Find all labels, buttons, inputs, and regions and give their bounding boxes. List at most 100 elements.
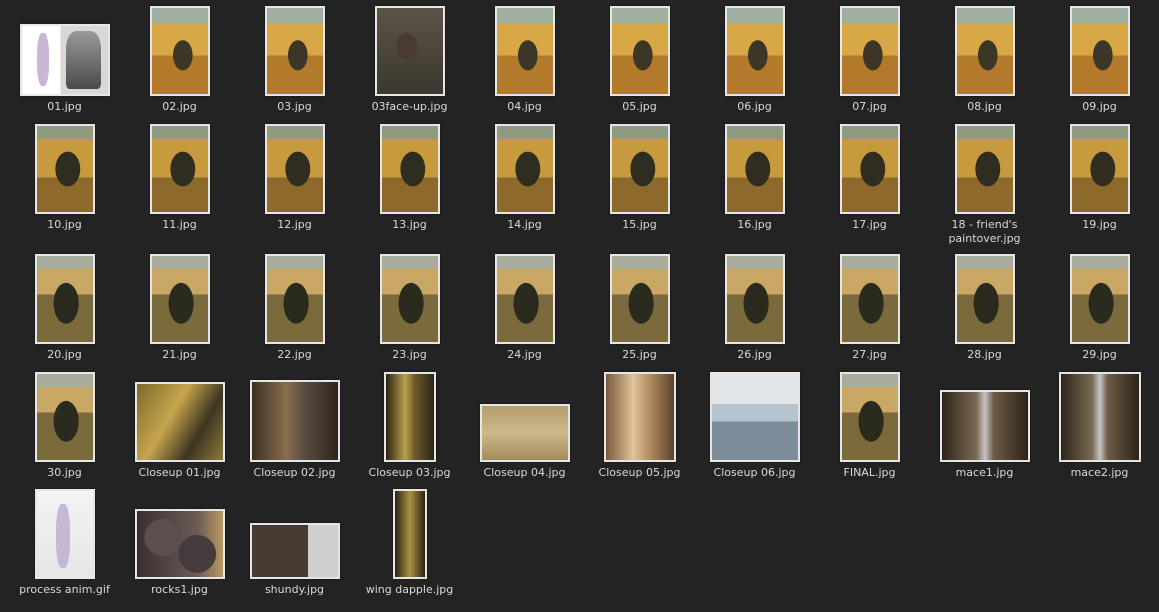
file-item[interactable]: Closeup 04.jpg (467, 370, 582, 480)
file-item[interactable]: 11.jpg (122, 122, 237, 232)
file-item[interactable]: 15.jpg (582, 122, 697, 232)
file-thumbnail[interactable] (392, 489, 427, 579)
file-thumbnail[interactable] (1069, 6, 1130, 96)
thumbnail-frame (582, 252, 697, 346)
file-item[interactable]: 22.jpg (237, 252, 352, 362)
file-thumbnail[interactable] (149, 254, 210, 344)
file-item[interactable]: rocks1.jpg (122, 487, 237, 597)
file-item[interactable]: 03.jpg (237, 4, 352, 114)
file-item[interactable]: process anim.gif (7, 487, 122, 597)
file-thumbnail[interactable] (839, 372, 900, 462)
file-thumbnail[interactable] (494, 254, 555, 344)
file-thumbnail[interactable] (724, 6, 785, 96)
thumbnail-frame (697, 370, 812, 464)
file-thumbnail[interactable] (609, 124, 670, 214)
file-item[interactable]: 03face-up.jpg (352, 4, 467, 114)
file-thumbnail[interactable] (724, 254, 785, 344)
file-thumbnail[interactable] (134, 509, 225, 579)
file-thumbnail[interactable] (249, 523, 340, 579)
file-name-label: 11.jpg (162, 218, 197, 231)
file-item[interactable]: 06.jpg (697, 4, 812, 114)
file-item[interactable]: Closeup 05.jpg (582, 370, 697, 480)
file-item[interactable]: 07.jpg (812, 4, 927, 114)
file-thumbnail[interactable] (379, 254, 440, 344)
file-thumbnail[interactable] (264, 124, 325, 214)
file-name-label: 19.jpg (1082, 218, 1117, 231)
file-item[interactable]: shundy.jpg (237, 487, 352, 597)
file-item[interactable]: 18 - friend's paintover.jpg (927, 122, 1042, 246)
thumbnail-frame (122, 370, 237, 464)
file-thumbnail[interactable] (383, 372, 436, 462)
file-thumbnail[interactable] (939, 390, 1030, 462)
file-thumbnail[interactable] (19, 24, 110, 96)
file-thumbnail[interactable] (954, 254, 1015, 344)
file-thumbnail[interactable] (264, 6, 325, 96)
file-item[interactable]: 08.jpg (927, 4, 1042, 114)
file-thumbnail[interactable] (134, 382, 225, 462)
file-item[interactable]: mace2.jpg (1042, 370, 1157, 480)
file-item[interactable]: 30.jpg (7, 370, 122, 480)
file-thumbnail[interactable] (379, 124, 440, 214)
file-thumbnail[interactable] (839, 6, 900, 96)
file-thumbnail[interactable] (1058, 372, 1141, 462)
file-thumbnail[interactable] (34, 489, 95, 579)
file-thumbnail[interactable] (34, 254, 95, 344)
file-name-label: wing dapple.jpg (365, 583, 454, 596)
file-thumbnail[interactable] (1069, 124, 1130, 214)
file-item[interactable]: FINAL.jpg (812, 370, 927, 480)
file-thumbnail[interactable] (149, 124, 210, 214)
file-item[interactable]: 12.jpg (237, 122, 352, 232)
file-item[interactable]: 26.jpg (697, 252, 812, 362)
file-item[interactable]: 27.jpg (812, 252, 927, 362)
file-thumbnail[interactable] (954, 124, 1015, 214)
file-item[interactable]: 25.jpg (582, 252, 697, 362)
file-item[interactable]: 09.jpg (1042, 4, 1157, 114)
file-item[interactable]: 04.jpg (467, 4, 582, 114)
thumbnail-frame (237, 4, 352, 98)
file-thumbnail[interactable] (34, 372, 95, 462)
file-item[interactable]: 29.jpg (1042, 252, 1157, 362)
file-thumbnail[interactable] (249, 380, 340, 462)
file-item[interactable]: 17.jpg (812, 122, 927, 232)
thumbnail-frame (352, 252, 467, 346)
file-thumbnail[interactable] (603, 372, 676, 462)
file-item[interactable]: 13.jpg (352, 122, 467, 232)
file-item[interactable]: 01.jpg (7, 4, 122, 114)
file-item[interactable]: 19.jpg (1042, 122, 1157, 232)
file-thumbnail[interactable] (1069, 254, 1130, 344)
file-item[interactable]: 24.jpg (467, 252, 582, 362)
file-item[interactable]: 28.jpg (927, 252, 1042, 362)
file-thumbnail[interactable] (264, 254, 325, 344)
file-name-label: 27.jpg (852, 348, 887, 361)
file-item[interactable]: Closeup 03.jpg (352, 370, 467, 480)
file-name-label: 03face-up.jpg (371, 100, 448, 113)
file-item[interactable]: 21.jpg (122, 252, 237, 362)
thumbnail-frame (122, 122, 237, 216)
file-item[interactable]: mace1.jpg (927, 370, 1042, 480)
file-item[interactable]: 23.jpg (352, 252, 467, 362)
file-thumbnail[interactable] (954, 6, 1015, 96)
file-thumbnail[interactable] (709, 372, 800, 462)
file-item[interactable]: 10.jpg (7, 122, 122, 232)
file-item[interactable]: 05.jpg (582, 4, 697, 114)
file-thumbnail[interactable] (479, 404, 570, 462)
file-item[interactable]: 02.jpg (122, 4, 237, 114)
file-item[interactable]: 20.jpg (7, 252, 122, 362)
file-name-label: 03.jpg (277, 100, 312, 113)
file-thumbnail[interactable] (34, 124, 95, 214)
file-thumbnail[interactable] (609, 6, 670, 96)
file-thumbnail[interactable] (374, 6, 445, 96)
file-thumbnail[interactable] (494, 124, 555, 214)
file-item[interactable]: Closeup 01.jpg (122, 370, 237, 480)
file-item[interactable]: 16.jpg (697, 122, 812, 232)
file-thumbnail[interactable] (839, 254, 900, 344)
file-thumbnail[interactable] (839, 124, 900, 214)
file-thumbnail[interactable] (724, 124, 785, 214)
file-item[interactable]: wing dapple.jpg (352, 487, 467, 597)
file-item[interactable]: Closeup 02.jpg (237, 370, 352, 480)
file-thumbnail[interactable] (149, 6, 210, 96)
file-thumbnail[interactable] (494, 6, 555, 96)
file-item[interactable]: 14.jpg (467, 122, 582, 232)
file-thumbnail[interactable] (609, 254, 670, 344)
file-item[interactable]: Closeup 06.jpg (697, 370, 812, 480)
